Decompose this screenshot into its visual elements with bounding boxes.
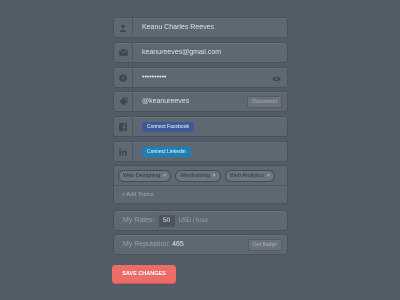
topic-tag[interactable]: Web Analytics × [224,169,276,182]
disconnect-button[interactable]: Disconnect [247,95,282,108]
topic-tag-label: Wireframing [180,172,210,179]
reputation-field: My Reputation: 465 Get Badge [113,234,288,255]
email-value[interactable]: keanureeves@gmail.com [133,49,287,56]
rate-input[interactable]: 50 [158,214,175,227]
lock-icon [114,68,133,87]
password-field[interactable]: •••••••••• [113,67,288,88]
topics-field: Web Designing × Wireframing × Web Analyt… [113,165,288,204]
topic-tag-label: Web Designing [123,172,161,179]
eye-icon[interactable] [272,69,281,87]
connect-facebook-button[interactable]: Connect Facebook [142,121,194,132]
topic-tag-label: Web Analytics [229,172,265,179]
rate-label: My Rates: [123,217,155,224]
password-value[interactable]: •••••••••• [133,74,272,81]
facebook-icon [114,117,133,136]
reputation-value: 465 [172,241,184,248]
remove-icon[interactable]: × [163,173,166,179]
linkedin-field: Connect Linkedin [113,141,288,162]
envelope-icon [114,43,133,62]
linkedin-icon [114,142,133,161]
get-badge-button[interactable]: Get Badge [248,238,282,251]
connect-linkedin-button[interactable]: Connect Linkedin [142,146,191,157]
topic-tag[interactable]: Web Designing × [118,169,172,182]
tag-icon [114,92,133,111]
add-topics-link[interactable]: + Add Topics [114,186,287,204]
remove-icon[interactable]: × [213,173,216,179]
rate-field: My Rates: 50 USD / hour [113,210,288,231]
reputation-label: My Reputation: [123,241,171,248]
facebook-field: Connect Facebook [113,116,288,137]
twitter-field[interactable]: @keanureeves Disconnect [113,91,288,112]
name-value[interactable]: Keanu Charles Reeves [133,24,287,31]
name-field[interactable]: Keanu Charles Reeves [113,17,288,38]
topic-tags: Web Designing × Wireframing × Web Analyt… [114,166,287,186]
rate-unit: USD / hour [178,217,209,224]
twitter-value[interactable]: @keanureeves [133,98,247,105]
email-field[interactable]: keanureeves@gmail.com [113,42,288,63]
save-changes-button[interactable]: SAVE CHANGES [112,265,176,283]
topic-tag[interactable]: Wireframing × [175,169,221,182]
user-icon [114,18,133,37]
remove-icon[interactable]: × [267,173,270,179]
